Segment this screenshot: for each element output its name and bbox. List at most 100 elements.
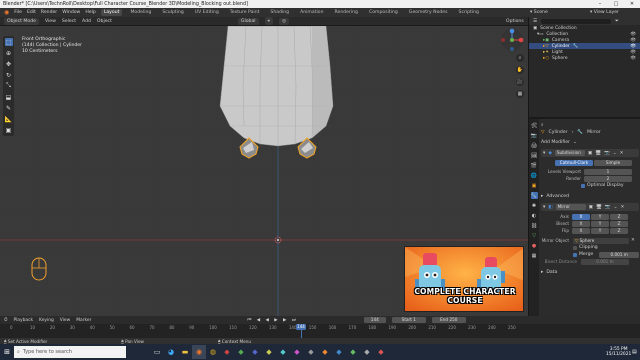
viewport-menu-select[interactable]: Select	[62, 19, 76, 24]
bisect-distance-field[interactable]: 0.001 m	[581, 258, 629, 265]
world-tab-icon[interactable]: 🌐	[531, 172, 538, 179]
end-frame-field[interactable]: End 250	[431, 317, 466, 323]
optimal-display-checkbox[interactable]	[581, 183, 585, 188]
search-icon[interactable]: ⌕	[541, 122, 544, 128]
grid-toggle-icon[interactable]: ▦	[516, 90, 524, 98]
navigation-gizmo[interactable]	[500, 28, 524, 52]
menu-render[interactable]: Render	[41, 10, 57, 15]
expand-icon[interactable]: ▸	[541, 194, 543, 199]
minimize-icon[interactable]: –	[592, 0, 608, 8]
mirror-name-field[interactable]: Mirror	[555, 204, 586, 210]
delete-modifier-icon[interactable]: ✕	[620, 205, 624, 210]
move-tool-icon[interactable]: ✥	[5, 60, 13, 68]
outliner-editor-icon[interactable]: ☰	[533, 19, 537, 24]
orientation-selector[interactable]: Global	[237, 17, 259, 25]
render-levels-field[interactable]: 2	[584, 175, 632, 182]
viewport-toggle-icon[interactable]: 🖥	[596, 205, 602, 210]
outliner-item-sphere[interactable]: ▸○ Sphere 👁	[529, 55, 640, 61]
bisect-y-toggle[interactable]: Y	[591, 220, 609, 227]
timeline-menu-playback[interactable]: Playback	[13, 318, 33, 323]
app-icon[interactable]: ◆	[374, 345, 388, 359]
pan-hand-icon[interactable]: ✋	[516, 66, 524, 74]
select-box-icon[interactable]: ⬚	[4, 38, 13, 46]
app-icon[interactable]: ◆	[262, 345, 276, 359]
flip-x-toggle[interactable]: X	[572, 227, 590, 234]
chrome-icon[interactable]: ◍	[206, 345, 220, 359]
add-modifier-dropdown[interactable]: Add Modifier	[541, 140, 570, 145]
tab-uv-editing[interactable]: UV Editing	[192, 9, 222, 16]
app-icon[interactable]: ◆	[220, 345, 234, 359]
current-frame-field[interactable]: 144	[363, 317, 386, 323]
render-toggle-icon[interactable]: 📷	[604, 151, 610, 156]
data-tab-icon[interactable]: ▽	[531, 232, 538, 239]
clear-field-icon[interactable]: ✕	[631, 238, 635, 243]
subdivision-name-field[interactable]: Subdivision	[554, 150, 585, 156]
timeline-menu-marker[interactable]: Marker	[76, 318, 91, 323]
physics-tab-icon[interactable]: ◐	[531, 212, 538, 219]
close-icon[interactable]: ✕	[624, 0, 640, 8]
mirror-modifier-header[interactable]: ▾ ◧ Mirror ▣ 🖥 📷 ⌄ ✕	[541, 203, 639, 211]
simple-tab[interactable]: Simple	[594, 159, 632, 166]
view-layer-tab-icon[interactable]: 🖼	[531, 152, 538, 159]
taskbar-clock[interactable]: 3:55 PM 15/11/2021	[606, 344, 631, 360]
app-icon[interactable]: ◆	[360, 345, 374, 359]
editmode-toggle-icon[interactable]: ▣	[589, 205, 593, 210]
app-icon[interactable]: ◆	[318, 345, 332, 359]
tab-compositing[interactable]: Compositing	[366, 9, 401, 16]
object-tab-icon[interactable]: ▣	[531, 182, 538, 189]
start-frame-field[interactable]: Start 1	[391, 317, 426, 323]
notification-icon[interactable]: ▤	[632, 344, 640, 360]
flip-y-toggle[interactable]: Y	[591, 227, 609, 234]
viewport-toggle-icon[interactable]: 🖥	[595, 151, 601, 156]
edge-browser-icon[interactable]: ◕	[164, 345, 178, 359]
dropdown-icon[interactable]: ⌄	[614, 205, 618, 210]
zoom-icon[interactable]: ⌕	[516, 54, 524, 62]
merge-distance-field[interactable]: 0.001 m	[599, 251, 639, 258]
scale-tool-icon[interactable]: ⤡	[5, 82, 13, 90]
task-view-icon[interactable]: ▭	[150, 345, 164, 359]
collapse-icon[interactable]: ▾	[543, 151, 545, 156]
blender-taskbar-icon[interactable]: ◉	[192, 345, 206, 359]
output-tab-icon[interactable]: 🖨	[531, 142, 538, 149]
app-icon[interactable]: ◆	[248, 345, 262, 359]
clipping-checkbox[interactable]	[573, 245, 577, 250]
app-icon[interactable]: ◆	[290, 345, 304, 359]
menu-window[interactable]: Window	[62, 10, 80, 15]
menu-file[interactable]: File	[14, 10, 22, 15]
outliner-search-input[interactable]	[541, 18, 612, 24]
menu-help[interactable]: Help	[85, 10, 95, 15]
tab-rendering[interactable]: Rendering	[332, 9, 361, 16]
menu-edit[interactable]: Edit	[27, 10, 36, 15]
subdivision-modifier-header[interactable]: ▾ ◆ Subdivision ▣ 🖥 📷 ⌄ ✕	[541, 149, 639, 157]
tab-modeling[interactable]: Modeling	[127, 9, 154, 16]
snap-icon[interactable]: ⌖	[264, 17, 274, 25]
tool-tab-icon[interactable]: 🛠	[531, 122, 538, 129]
merge-checkbox[interactable]	[573, 252, 577, 257]
app-icon[interactable]: ◆	[346, 345, 360, 359]
viewport-menu-view[interactable]: View	[45, 19, 56, 24]
transform-tool-icon[interactable]: ⬓	[5, 93, 13, 101]
catmull-clark-tab[interactable]: Catmull-Clark	[555, 159, 593, 166]
tab-animation[interactable]: Animation	[297, 9, 326, 16]
visibility-icon[interactable]: 👁	[630, 44, 640, 49]
maximize-icon[interactable]: □	[608, 0, 624, 8]
editmode-toggle-icon[interactable]: ▣	[588, 151, 592, 156]
axis-z-toggle[interactable]: Z	[610, 213, 628, 220]
rotate-tool-icon[interactable]: ↻	[5, 71, 13, 79]
flip-z-toggle[interactable]: Z	[610, 227, 628, 234]
scene-tab-icon[interactable]: 🎬	[531, 162, 538, 169]
add-cube-tool-icon[interactable]: ▣	[5, 126, 13, 134]
app-icon[interactable]: ◆	[276, 345, 290, 359]
app-icon[interactable]: ◆	[234, 345, 248, 359]
playback-controls[interactable]: ⏮ ◀ ◀ ▶ ▶ ⏭	[247, 317, 297, 323]
file-explorer-icon[interactable]: ▬	[178, 345, 192, 359]
visibility-icon[interactable]: 👁	[630, 50, 640, 55]
proportional-edit-icon[interactable]: ◎	[279, 17, 290, 25]
visibility-icon[interactable]: 👁	[630, 38, 640, 43]
cursor-tool-icon[interactable]: ⊕	[5, 49, 13, 57]
material-tab-icon[interactable]: ●	[531, 242, 538, 249]
particles-tab-icon[interactable]: ✺	[531, 202, 538, 209]
tab-scripting[interactable]: Scripting	[456, 9, 482, 16]
viewport-menu-add[interactable]: Add	[82, 19, 91, 24]
tab-sculpting[interactable]: Sculpting	[159, 9, 186, 16]
